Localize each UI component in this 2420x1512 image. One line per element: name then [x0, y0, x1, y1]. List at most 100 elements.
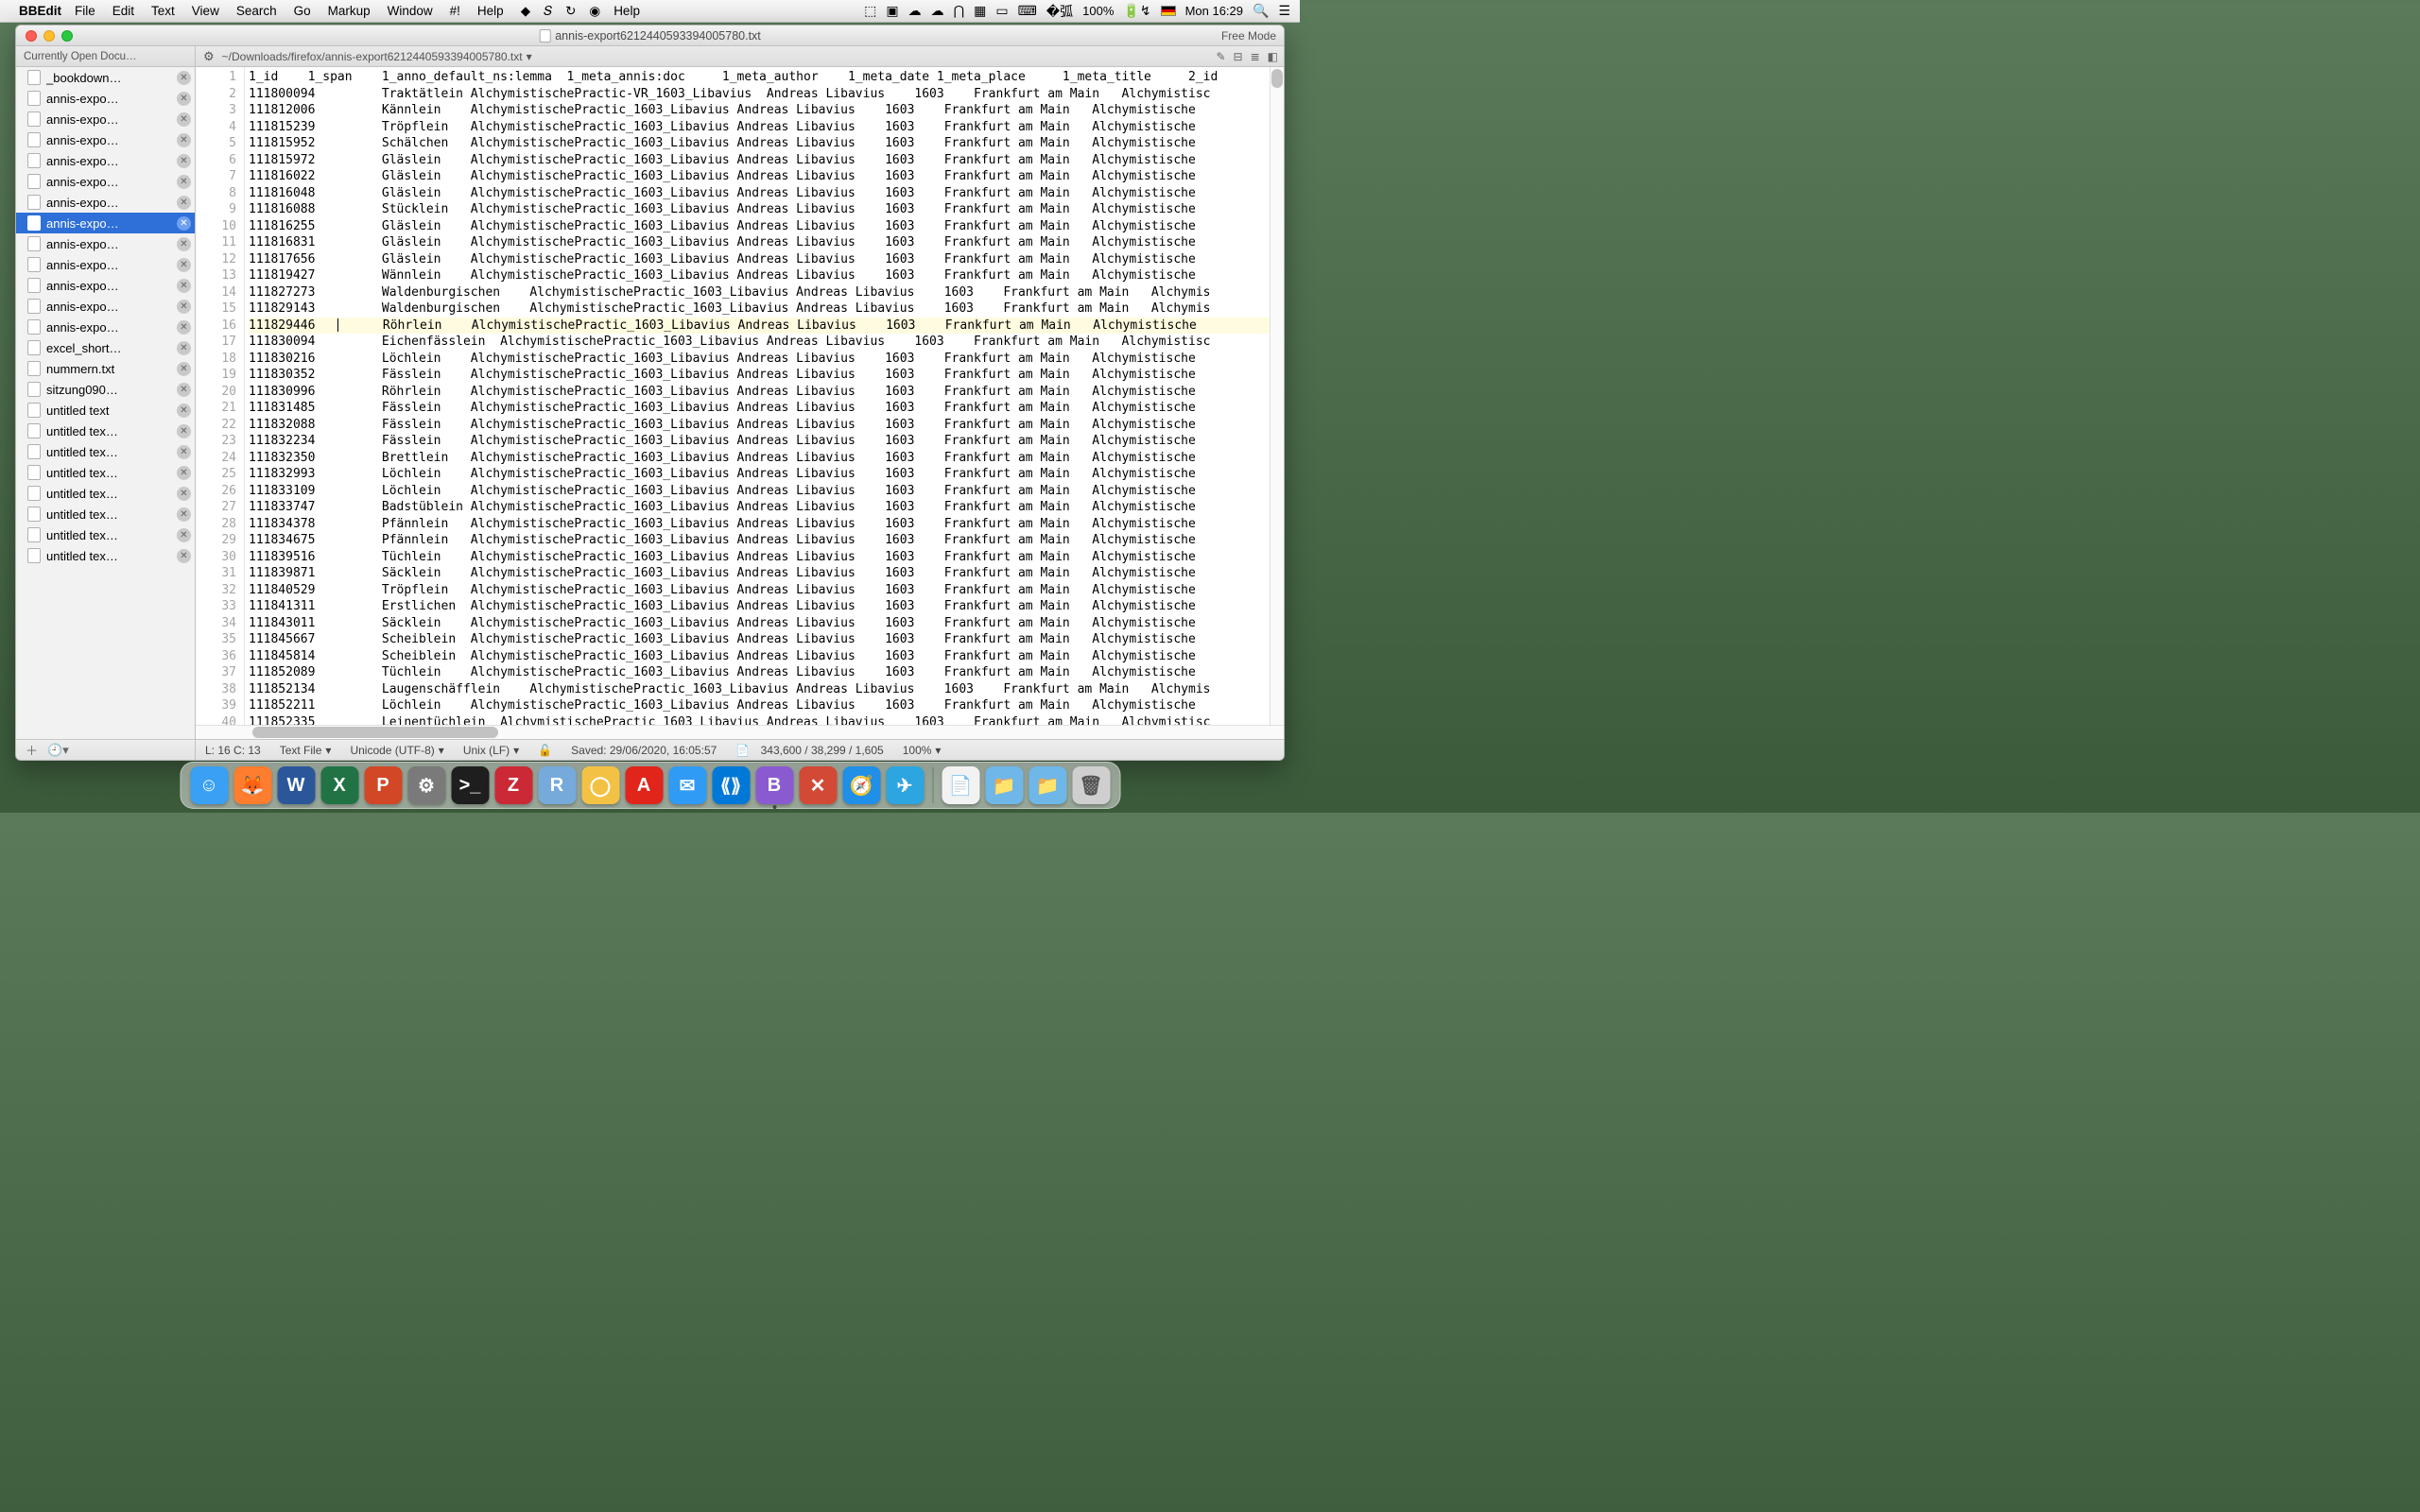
- code-line[interactable]: 111830996 Röhrlein AlchymistischePractic…: [249, 384, 1270, 401]
- menu-edit[interactable]: Edit: [112, 4, 134, 18]
- close-file-icon[interactable]: ✕: [177, 549, 191, 563]
- close-file-icon[interactable]: ✕: [177, 237, 191, 251]
- recent-icon[interactable]: 🕘▾: [47, 743, 69, 758]
- file-item[interactable]: untitled tex…✕: [16, 545, 195, 566]
- add-file-icon[interactable]: ＋: [26, 741, 38, 759]
- file-item[interactable]: untitled text✕: [16, 400, 195, 421]
- file-item[interactable]: annis-expo…✕: [16, 254, 195, 275]
- spotlight-icon[interactable]: 🔍: [1253, 3, 1269, 19]
- code-line[interactable]: 111832993 Löchlein AlchymistischePractic…: [249, 466, 1270, 483]
- code-line[interactable]: 111831485 Fässlein AlchymistischePractic…: [249, 400, 1270, 417]
- hscroll-thumb[interactable]: [252, 727, 498, 738]
- code-line[interactable]: 111845814 Scheiblein AlchymistischePract…: [249, 648, 1270, 665]
- minimize-button[interactable]: [43, 30, 55, 42]
- file-type[interactable]: Text File: [280, 744, 322, 757]
- dock-xapp[interactable]: ✕: [799, 766, 837, 804]
- cloud2-icon[interactable]: ☁: [931, 3, 944, 19]
- clock[interactable]: Mon 16:29: [1185, 4, 1243, 18]
- code-line[interactable]: 111852335 Leinentüchlein AlchymistischeP…: [249, 714, 1270, 726]
- code-line[interactable]: 111852134 Laugenschäfflein Alchymistisch…: [249, 681, 1270, 698]
- file-item[interactable]: annis-expo…✕: [16, 150, 195, 171]
- code-line[interactable]: 111819427 Wännlein AlchymistischePractic…: [249, 267, 1270, 284]
- menu-[interactable]: #!: [450, 4, 460, 18]
- menu-go[interactable]: Go: [294, 4, 311, 18]
- code-line[interactable]: 111829143 Waldenburgischen Alchymistisch…: [249, 301, 1270, 318]
- close-file-icon[interactable]: ✕: [177, 154, 191, 168]
- menu-help[interactable]: Help: [477, 4, 504, 18]
- pencil-icon[interactable]: ✎: [1216, 50, 1225, 63]
- dock-rstudio[interactable]: R: [538, 766, 576, 804]
- file-item[interactable]: untitled tex…✕: [16, 524, 195, 545]
- dock-folder2[interactable]: 📁: [1028, 766, 1066, 804]
- close-file-icon[interactable]: ✕: [177, 133, 191, 147]
- vscroll-thumb[interactable]: [1271, 69, 1283, 88]
- chevron-down-icon[interactable]: ▾: [513, 744, 519, 757]
- file-item[interactable]: annis-expo…✕: [16, 213, 195, 233]
- code-line[interactable]: 111816088 Stücklein AlchymistischePracti…: [249, 201, 1270, 218]
- dock-powerpoint[interactable]: P: [364, 766, 402, 804]
- code-line[interactable]: 111830352 Fässlein AlchymistischePractic…: [249, 367, 1270, 384]
- file-path[interactable]: ~/Downloads/firefox/annis-export62124405…: [222, 50, 523, 63]
- code-line[interactable]: 111815972 Gläslein AlchymistischePractic…: [249, 152, 1270, 169]
- horizontal-scrollbar[interactable]: [196, 725, 1284, 739]
- code-line[interactable]: 111833747 Badstüblein AlchymistischePrac…: [249, 499, 1270, 516]
- bookmark-icon[interactable]: ◧: [1268, 50, 1278, 63]
- code-line[interactable]: 111816048 Gläslein AlchymistischePractic…: [249, 185, 1270, 202]
- dock-acrobat[interactable]: A: [625, 766, 663, 804]
- file-item[interactable]: annis-expo…✕: [16, 129, 195, 150]
- lock-icon[interactable]: 🔓: [538, 744, 552, 757]
- close-file-icon[interactable]: ✕: [177, 300, 191, 314]
- menu-text[interactable]: Text: [151, 4, 175, 18]
- script-menu-icon[interactable]: ◆: [521, 4, 530, 19]
- close-file-icon[interactable]: ✕: [177, 258, 191, 272]
- dock-vscode[interactable]: ⟪⟫: [712, 766, 750, 804]
- file-item[interactable]: excel_short…✕: [16, 337, 195, 358]
- dock-settings[interactable]: ⚙: [407, 766, 445, 804]
- file-item[interactable]: untitled tex…✕: [16, 483, 195, 504]
- code-line[interactable]: 111834378 Pfännlein AlchymistischePracti…: [249, 516, 1270, 533]
- code-line[interactable]: 111832234 Fässlein AlchymistischePractic…: [249, 433, 1270, 450]
- close-file-icon[interactable]: ✕: [177, 507, 191, 522]
- input-flag-de[interactable]: [1161, 6, 1176, 16]
- titlebar[interactable]: annis-export6212440593394005780.txt Free…: [16, 26, 1284, 46]
- code-line[interactable]: 111852211 Löchlein AlchymistischePractic…: [249, 697, 1270, 714]
- zoom-button[interactable]: [61, 30, 73, 42]
- file-item[interactable]: untitled tex…✕: [16, 421, 195, 441]
- close-file-icon[interactable]: ✕: [177, 362, 191, 376]
- code-line[interactable]: 111845667 Scheiblein AlchymistischePract…: [249, 631, 1270, 648]
- code-line[interactable]: 111830094 Eichenfässlein AlchymistischeP…: [249, 334, 1270, 351]
- chevron-down-icon[interactable]: ▾: [935, 744, 941, 757]
- dock-finder[interactable]: ☺: [190, 766, 228, 804]
- code-line[interactable]: 111812006 Kännlein AlchymistischePractic…: [249, 102, 1270, 119]
- menu-search[interactable]: Search: [236, 4, 277, 18]
- close-file-icon[interactable]: ✕: [177, 383, 191, 397]
- file-item[interactable]: untitled tex…✕: [16, 462, 195, 483]
- path-dropdown-icon[interactable]: ▾: [527, 50, 532, 63]
- close-file-icon[interactable]: ✕: [177, 279, 191, 293]
- menu-view[interactable]: View: [192, 4, 219, 18]
- close-file-icon[interactable]: ✕: [177, 528, 191, 542]
- dock-mail[interactable]: ✉: [668, 766, 706, 804]
- gutter[interactable]: 1234567891011121314151617181920212223242…: [196, 67, 245, 725]
- apps-icon[interactable]: ▦: [974, 3, 986, 19]
- circles-icon[interactable]: ◉: [589, 4, 600, 19]
- cloud1-icon[interactable]: ☁: [908, 3, 922, 19]
- line-ending[interactable]: Unix (LF): [463, 744, 510, 757]
- battery-icon[interactable]: 🔋↯: [1123, 3, 1150, 19]
- close-button[interactable]: [26, 30, 37, 42]
- code-line[interactable]: 111843011 Säcklein AlchymistischePractic…: [249, 615, 1270, 632]
- file-item[interactable]: annis-expo…✕: [16, 296, 195, 317]
- dock-terminal[interactable]: >_: [451, 766, 489, 804]
- app-name[interactable]: BBEdit: [19, 4, 61, 18]
- dock-trash[interactable]: 🗑: [1072, 766, 1110, 804]
- dock-word[interactable]: W: [277, 766, 315, 804]
- menu-markup[interactable]: Markup: [328, 4, 371, 18]
- umbrella-icon[interactable]: ⋂: [954, 3, 964, 19]
- dock-firefox[interactable]: 🦊: [233, 766, 271, 804]
- dock-zotero[interactable]: Z: [494, 766, 532, 804]
- close-file-icon[interactable]: ✕: [177, 196, 191, 210]
- code-line[interactable]: 111832088 Fässlein AlchymistischePractic…: [249, 417, 1270, 434]
- help-menu[interactable]: Help: [614, 4, 640, 18]
- file-item[interactable]: nummern.txt✕: [16, 358, 195, 379]
- encoding[interactable]: Unicode (UTF-8): [350, 744, 434, 757]
